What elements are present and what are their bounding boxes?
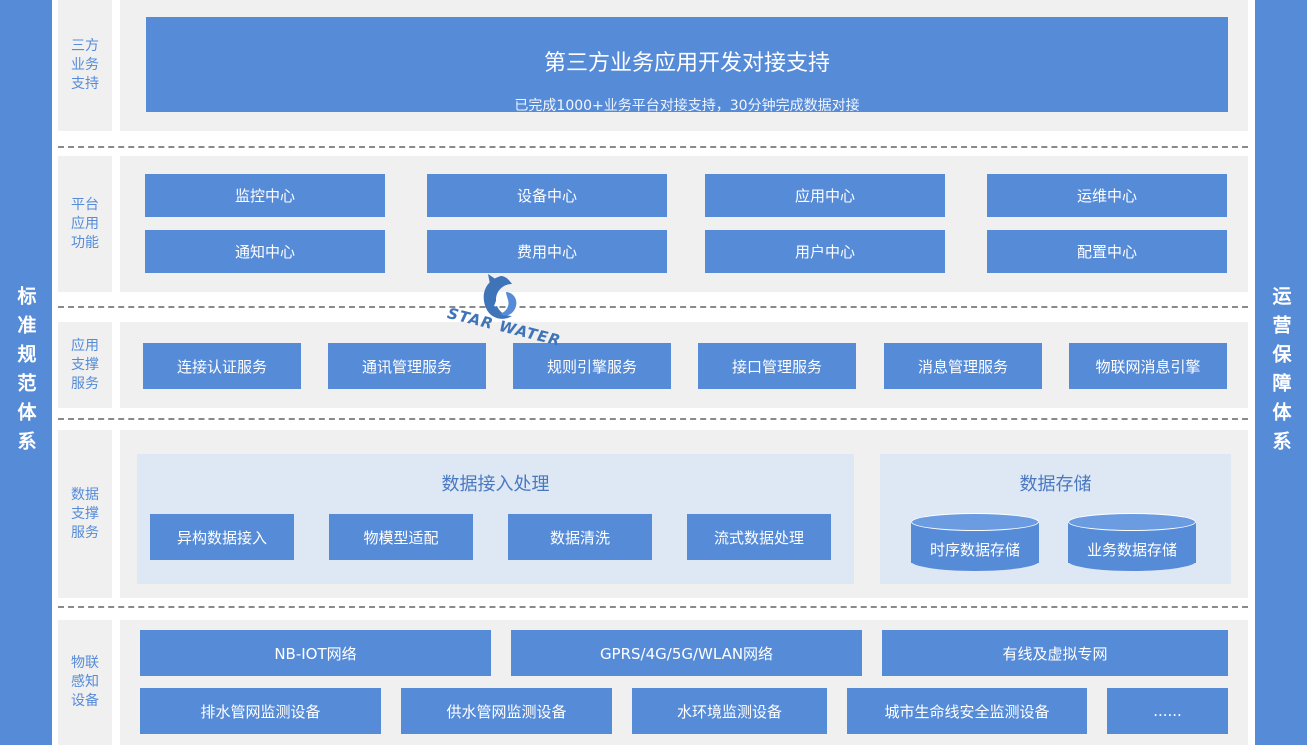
network-item: GPRS/4G/5G/WLAN网络 — [511, 630, 862, 676]
app-support-item: 连接认证服务 — [143, 343, 301, 389]
device-item: 供水管网监测设备 — [401, 688, 612, 734]
layer-label-app-support: 应用支撑服务 — [58, 322, 112, 408]
data-ingest-item: 数据清洗 — [508, 514, 652, 560]
app-support-item: 接口管理服务 — [698, 343, 856, 389]
app-support-item: 消息管理服务 — [884, 343, 1042, 389]
platform-item: 通知中心 — [145, 230, 385, 273]
star-water-logo: STAR WATER — [440, 272, 563, 362]
platform-item: 费用中心 — [427, 230, 667, 273]
layer-divider — [58, 306, 1248, 308]
network-item: 有线及虚拟专网 — [882, 630, 1228, 676]
app-support-item: 物联网消息引擎 — [1069, 343, 1227, 389]
layer-divider — [58, 606, 1248, 608]
platform-item: 应用中心 — [705, 174, 945, 217]
database-cylinder-icon: 时序数据存储 — [911, 513, 1039, 571]
database-cylinder-icon: 业务数据存储 — [1068, 513, 1196, 571]
data-ingest-item: 异构数据接入 — [150, 514, 294, 560]
data-storage-title: 数据存储 — [1019, 474, 1092, 495]
platform-item: 配置中心 — [987, 230, 1227, 273]
platform-item: 监控中心 — [145, 174, 385, 217]
device-item: 城市生命线安全监测设备 — [847, 688, 1087, 734]
layer-divider — [58, 418, 1248, 420]
platform-item: 设备中心 — [427, 174, 667, 217]
network-item: NB-IOT网络 — [140, 630, 491, 676]
layer-divider — [58, 146, 1248, 148]
layer-label-iot: 物联感知设备 — [58, 620, 112, 745]
operations-system-label: 运营保障体系 — [1269, 285, 1292, 460]
third-party-banner: 第三方业务应用开发对接支持 已完成1000+业务平台对接支持，30分钟完成数据对… — [146, 17, 1228, 114]
operations-system-bar: 运营保障体系 — [1255, 0, 1307, 745]
layer-label-third-party: 三方业务支持 — [58, 0, 112, 131]
third-party-title: 第三方业务应用开发对接支持 — [543, 51, 830, 76]
data-ingest-item: 流式数据处理 — [687, 514, 831, 560]
device-item: ...... — [1107, 688, 1228, 734]
storage-item-label: 业务数据存储 — [1086, 541, 1177, 559]
storage-item-label: 时序数据存储 — [929, 541, 1020, 559]
layer-label-data-support: 数据支撑服务 — [58, 430, 112, 598]
third-party-subtitle: 已完成1000+业务平台对接支持，30分钟完成数据对接 — [514, 98, 860, 114]
platform-item: 运维中心 — [987, 174, 1227, 217]
device-item: 排水管网监测设备 — [140, 688, 381, 734]
data-ingest-title: 数据接入处理 — [441, 474, 550, 495]
device-item: 水环境监测设备 — [632, 688, 827, 734]
standards-system-label: 标准规范体系 — [14, 285, 37, 460]
layer-label-platform: 平台应用功能 — [58, 156, 112, 292]
standards-system-bar: 标准规范体系 — [0, 0, 52, 745]
data-ingest-item: 物模型适配 — [329, 514, 473, 560]
platform-item: 用户中心 — [705, 230, 945, 273]
